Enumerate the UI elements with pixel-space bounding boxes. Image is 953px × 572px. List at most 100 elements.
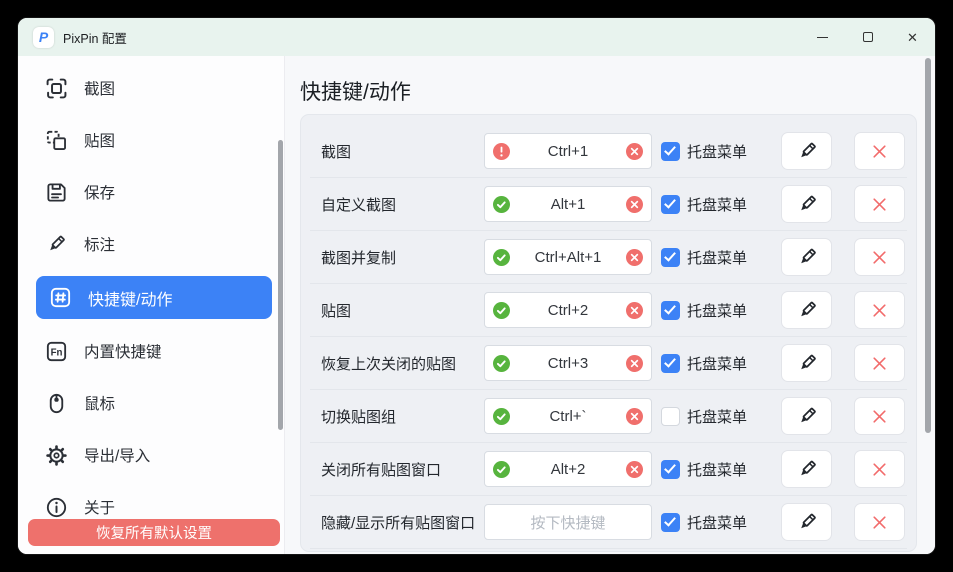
tray-menu-checkbox[interactable] <box>661 513 680 532</box>
delete-x-icon <box>871 408 888 425</box>
edit-hotkey-button[interactable] <box>781 344 832 382</box>
sidebar-nav: 截图贴图保存标注快捷键/动作Fn内置快捷键鼠标导出/导入关于 <box>18 68 284 527</box>
sidebar-item-pin-image[interactable]: 贴图 <box>32 120 270 160</box>
sidebar-item-screenshot[interactable]: 截图 <box>32 68 270 108</box>
hotkey-input[interactable]: Ctrl+` <box>484 398 652 434</box>
sidebar-item-label: 贴图 <box>84 129 115 151</box>
hotkey-row: 切换贴图组Ctrl+`托盘菜单 <box>310 390 907 443</box>
delete-hotkey-button[interactable] <box>854 450 905 488</box>
delete-x-icon <box>871 302 888 319</box>
delete-hotkey-button[interactable] <box>854 132 905 170</box>
hotkey-placeholder: 按下快捷键 <box>493 512 643 533</box>
titlebar[interactable]: P PixPin 配置 ✕ <box>18 18 935 56</box>
hotkey-input[interactable]: Ctrl+2 <box>484 292 652 328</box>
tray-menu-checkbox[interactable] <box>661 142 680 161</box>
pencil-icon <box>797 353 817 373</box>
content-scrollbar-thumb[interactable] <box>925 58 931 433</box>
hotkey-value: Ctrl+2 <box>510 302 626 319</box>
edit-hotkey-button[interactable] <box>781 397 832 435</box>
close-icon: ✕ <box>907 31 918 44</box>
edit-hotkey-button[interactable] <box>781 450 832 488</box>
pixpin-config-window: P PixPin 配置 ✕ 截图贴图保存标注快捷键/动作Fn内置快捷键鼠标导出/… <box>18 18 935 554</box>
tray-menu-label: 托盘菜单 <box>687 194 747 215</box>
pixpin-logo-letter: P <box>39 30 48 44</box>
hotkey-row: 截图Ctrl+1托盘菜单 <box>310 125 907 178</box>
svg-text:Fn: Fn <box>50 347 62 358</box>
sidebar-item-mouse[interactable]: 鼠标 <box>32 383 270 423</box>
sidebar-item-export-import[interactable]: 导出/导入 <box>32 435 270 475</box>
hotkey-input[interactable]: Alt+2 <box>484 451 652 487</box>
sidebar-item-hotkeys-actions[interactable]: 快捷键/动作 <box>36 276 272 319</box>
edit-hotkey-button[interactable] <box>781 503 832 541</box>
tray-menu-label: 托盘菜单 <box>687 459 747 480</box>
screenshot-icon <box>45 77 67 99</box>
tray-menu-checkbox[interactable] <box>661 248 680 267</box>
hotkey-row-label: 截图 <box>321 141 484 162</box>
delete-hotkey-button[interactable] <box>854 185 905 223</box>
pencil-icon <box>797 406 817 426</box>
pencil-icon <box>797 300 817 320</box>
delete-hotkey-button[interactable] <box>854 291 905 329</box>
pixpin-logo: P <box>33 27 54 48</box>
minimize-icon <box>817 37 828 38</box>
clear-hotkey-icon[interactable] <box>626 143 643 160</box>
clear-hotkey-icon[interactable] <box>626 196 643 213</box>
edit-hotkey-button[interactable] <box>781 238 832 276</box>
save-icon <box>45 181 67 203</box>
hotkey-value: Alt+1 <box>510 196 626 213</box>
maximize-button[interactable] <box>845 18 890 56</box>
tray-menu-label: 托盘菜单 <box>687 300 747 321</box>
edit-hotkey-button[interactable] <box>781 132 832 170</box>
clear-hotkey-icon[interactable] <box>626 408 643 425</box>
delete-x-icon <box>871 143 888 160</box>
status-ok-icon <box>493 196 510 213</box>
hotkey-input[interactable]: Ctrl+Alt+1 <box>484 239 652 275</box>
tray-menu-checkbox[interactable] <box>661 354 680 373</box>
delete-x-icon <box>871 196 888 213</box>
delete-x-icon <box>871 461 888 478</box>
delete-hotkey-button[interactable] <box>854 344 905 382</box>
hotkey-input[interactable]: 按下快捷键 <box>484 504 652 540</box>
hotkey-input[interactable]: Ctrl+3 <box>484 345 652 381</box>
page-title: 快捷键/动作 <box>285 56 935 106</box>
close-button[interactable]: ✕ <box>890 18 935 56</box>
hotkey-row: 关闭所有贴图窗口Alt+2托盘菜单 <box>310 443 907 496</box>
edit-hotkey-button[interactable] <box>781 185 832 223</box>
hotkey-input[interactable]: Alt+1 <box>484 186 652 222</box>
hotkey-list-card: 截图Ctrl+1托盘菜单自定义截图Alt+1托盘菜单截图并复制Ctrl+Alt+… <box>300 114 917 552</box>
tray-menu-checkbox[interactable] <box>661 195 680 214</box>
tray-menu-checkbox[interactable] <box>661 301 680 320</box>
tray-menu-label: 托盘菜单 <box>687 512 747 533</box>
clear-hotkey-icon[interactable] <box>626 355 643 372</box>
hotkey-row: 恢复上次关闭的贴图Ctrl+3托盘菜单 <box>310 337 907 390</box>
hotkey-input[interactable]: Ctrl+1 <box>484 133 652 169</box>
edit-hotkey-button[interactable] <box>781 291 832 329</box>
clear-hotkey-icon[interactable] <box>626 302 643 319</box>
delete-hotkey-button[interactable] <box>854 503 905 541</box>
hotkey-row-label: 自定义截图 <box>321 194 484 215</box>
tray-menu-checkbox[interactable] <box>661 460 680 479</box>
sidebar-item-save[interactable]: 保存 <box>32 172 270 212</box>
delete-hotkey-button[interactable] <box>854 238 905 276</box>
hotkey-row-label: 恢复上次关闭的贴图 <box>321 353 484 374</box>
minimize-button[interactable] <box>800 18 845 56</box>
pencil-icon <box>797 141 817 161</box>
hotkey-row-label: 贴图 <box>321 300 484 321</box>
hotkey-row: 截图并复制Ctrl+Alt+1托盘菜单 <box>310 231 907 284</box>
sidebar-item-label: 保存 <box>84 181 115 203</box>
clear-hotkey-icon[interactable] <box>626 461 643 478</box>
clear-hotkey-icon[interactable] <box>626 249 643 266</box>
hotkey-value: Ctrl+` <box>510 408 626 425</box>
sidebar-item-annotate[interactable]: 标注 <box>32 224 270 264</box>
delete-hotkey-button[interactable] <box>854 397 905 435</box>
restore-defaults-button[interactable]: 恢复所有默认设置 <box>28 519 280 546</box>
hotkey-value: Alt+2 <box>510 461 626 478</box>
tray-menu-checkbox[interactable] <box>661 407 680 426</box>
sidebar-item-builtin-hotkeys[interactable]: Fn内置快捷键 <box>32 331 270 371</box>
status-ok-icon <box>493 461 510 478</box>
sidebar-scrollbar-thumb[interactable] <box>278 140 283 430</box>
gear-icon <box>45 444 67 466</box>
info-icon <box>45 496 67 518</box>
desktop-background: P PixPin 配置 ✕ 截图贴图保存标注快捷键/动作Fn内置快捷键鼠标导出/… <box>0 0 953 572</box>
pencil-icon <box>797 194 817 214</box>
